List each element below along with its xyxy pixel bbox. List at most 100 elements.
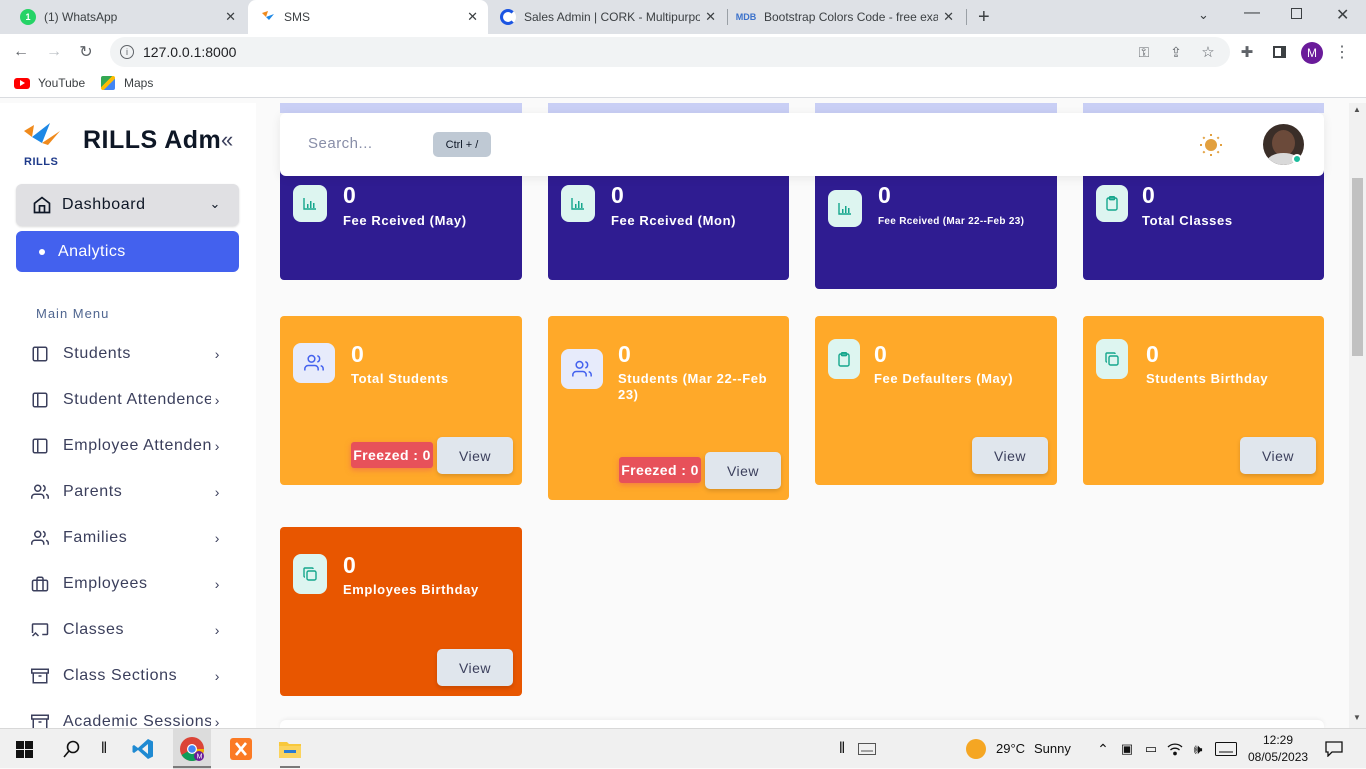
stat-value: 0 <box>351 341 365 367</box>
stat-label: Total Classes <box>1142 213 1233 228</box>
file-explorer-icon[interactable] <box>271 729 309 769</box>
new-tab-button[interactable]: + <box>978 6 990 29</box>
bookmark-youtube[interactable]: YouTube <box>14 76 85 90</box>
view-button[interactable]: View <box>437 649 513 686</box>
bookmarks-bar: YouTube Maps <box>0 70 1366 98</box>
bookmark-maps[interactable]: Maps <box>101 76 153 90</box>
sidebar-item-student-attendence[interactable]: Student Attendence › <box>30 387 226 413</box>
users-icon <box>30 528 50 548</box>
forward-button[interactable]: → <box>43 41 65 63</box>
stat-value: 0 <box>618 341 632 367</box>
book-icon <box>30 436 50 456</box>
stat-label: Fee Rceived (May) <box>343 213 467 228</box>
scroll-up-arrow[interactable]: ▲ <box>1353 105 1361 114</box>
vscode-icon[interactable] <box>124 729 162 769</box>
minimize-button[interactable]: — <box>1244 4 1260 22</box>
close-icon[interactable]: ✕ <box>943 9 954 25</box>
profile-avatar[interactable]: M <box>1301 42 1323 64</box>
sidebar-item-classes[interactable]: Classes › <box>30 617 226 643</box>
xampp-icon[interactable] <box>222 729 260 769</box>
clock-time[interactable]: 12:29 <box>1263 733 1293 747</box>
chevron-up-icon[interactable]: ⌃ <box>1094 729 1112 769</box>
wifi-icon[interactable] <box>1166 729 1184 769</box>
info-icon[interactable]: i <box>120 45 134 59</box>
weather-temp[interactable]: 29°C <box>996 741 1025 756</box>
scroll-thumb[interactable] <box>1352 178 1363 356</box>
sidebar-item-academic-sessions[interactable]: Academic Sessions › <box>30 709 226 728</box>
sidebar-item-dashboard[interactable]: Dashboard ⌄ <box>16 184 239 226</box>
side-panel-icon[interactable] <box>1268 41 1290 63</box>
weather-condition[interactable]: Sunny <box>1034 741 1071 756</box>
keyboard-icon[interactable] <box>857 729 877 769</box>
chrome-icon[interactable]: M <box>173 729 211 769</box>
search-icon[interactable] <box>56 729 88 769</box>
stat-value: 0 <box>874 341 888 367</box>
meet-now-icon[interactable]: ▣ <box>1118 729 1136 769</box>
clock-date[interactable]: 08/05/2023 <box>1248 750 1308 764</box>
sun-icon[interactable] <box>1199 133 1223 162</box>
close-window-button[interactable]: ✕ <box>1336 5 1349 25</box>
page-scrollbar[interactable]: ▲ ▼ <box>1349 103 1366 728</box>
restore-button[interactable] <box>1291 8 1302 19</box>
cast-icon <box>30 620 50 640</box>
chevron-right-icon: › <box>214 484 220 500</box>
search-input[interactable]: Search... <box>308 135 373 152</box>
sidebar: RILLS RILLS Adm « Dashboard ⌄ Analytics … <box>0 103 256 728</box>
clipboard-icon <box>1096 185 1128 222</box>
view-button[interactable]: View <box>705 452 781 489</box>
key-icon[interactable]: ⚿ <box>1133 41 1155 63</box>
back-button[interactable]: ← <box>10 41 32 63</box>
reload-button[interactable]: ↻ <box>75 41 97 63</box>
stat-value: 0 <box>1142 182 1156 208</box>
online-status-dot <box>1292 154 1302 164</box>
sidebar-item-parents[interactable]: Parents › <box>30 479 226 505</box>
tab-whatsapp[interactable]: 1 (1) WhatsApp ✕ <box>8 0 246 34</box>
view-button[interactable]: View <box>1240 437 1316 474</box>
sidebar-item-employees[interactable]: Employees › <box>30 571 226 597</box>
copy-icon <box>293 554 327 594</box>
tab-mdb[interactable]: MDB Bootstrap Colors Code - free exa ✕ <box>728 0 964 34</box>
sidebar-item-class-sections[interactable]: Class Sections › <box>30 663 226 689</box>
chevron-right-icon: › <box>214 438 220 454</box>
briefcase-icon <box>30 574 50 594</box>
pen-workspace-icon[interactable]: ‖ <box>835 729 849 769</box>
chevron-right-icon: › <box>214 714 220 728</box>
share-icon[interactable]: ⇪ <box>1165 41 1187 63</box>
task-view-icon[interactable]: ‖ <box>94 729 114 769</box>
tab-cork[interactable]: Sales Admin | CORK - Multipurpo ✕ <box>490 0 726 34</box>
weather-sun-icon[interactable] <box>963 729 989 769</box>
maps-icon <box>101 76 115 90</box>
menu-icon[interactable]: ⋮ <box>1331 41 1353 63</box>
stat-label: Total Students <box>351 371 449 386</box>
sidebar-subitem-analytics[interactable]: Analytics <box>16 231 239 272</box>
scrolled-card-edge <box>548 103 789 113</box>
sidebar-item-families[interactable]: Families › <box>30 525 226 551</box>
tab-sms[interactable]: SMS ✕ <box>248 0 488 34</box>
view-button[interactable]: View <box>437 437 513 474</box>
extensions-icon[interactable]: ✚ <box>1236 41 1258 63</box>
url-text: 127.0.0.1:8000 <box>143 44 237 60</box>
brand-title[interactable]: RILLS Adm <box>83 126 221 155</box>
volume-icon[interactable]: 🕪 <box>1188 729 1208 769</box>
close-icon[interactable]: ✕ <box>705 9 716 25</box>
address-bar[interactable]: i 127.0.0.1:8000 <box>110 37 1230 67</box>
sidebar-item-label: Academic Sessions <box>63 713 211 728</box>
view-button[interactable]: View <box>972 437 1048 474</box>
notifications-icon[interactable] <box>1322 729 1346 769</box>
close-icon[interactable]: ✕ <box>225 9 236 25</box>
sidebar-item-students[interactable]: Students › <box>30 341 226 367</box>
windows-taskbar: ‖ M ‖ 29°C Sunny ⌃ ▣ ▭ 🕪 12:29 08/05/202… <box>0 728 1366 769</box>
brand-logo[interactable]: RILLS <box>20 121 64 168</box>
windows-start-icon[interactable] <box>8 729 40 769</box>
close-icon[interactable]: ✕ <box>467 9 478 25</box>
sidebar-item-employee-attendence[interactable]: Employee Attendence › <box>30 433 226 459</box>
collapse-sidebar-icon[interactable]: « <box>221 127 233 153</box>
tab-search-icon[interactable]: ⌄ <box>1198 7 1209 23</box>
battery-icon[interactable]: ▭ <box>1142 729 1160 769</box>
bookmark-star-icon[interactable]: ☆ <box>1197 41 1219 63</box>
sidebar-item-label: Analytics <box>58 242 126 260</box>
input-keyboard-icon[interactable] <box>1213 729 1239 769</box>
stat-label: Fee Rceived (Mon) <box>611 213 737 228</box>
scroll-down-arrow[interactable]: ▼ <box>1353 713 1361 722</box>
stat-card-total-students: 0 Total Students Freezed : 0 View <box>280 316 522 485</box>
